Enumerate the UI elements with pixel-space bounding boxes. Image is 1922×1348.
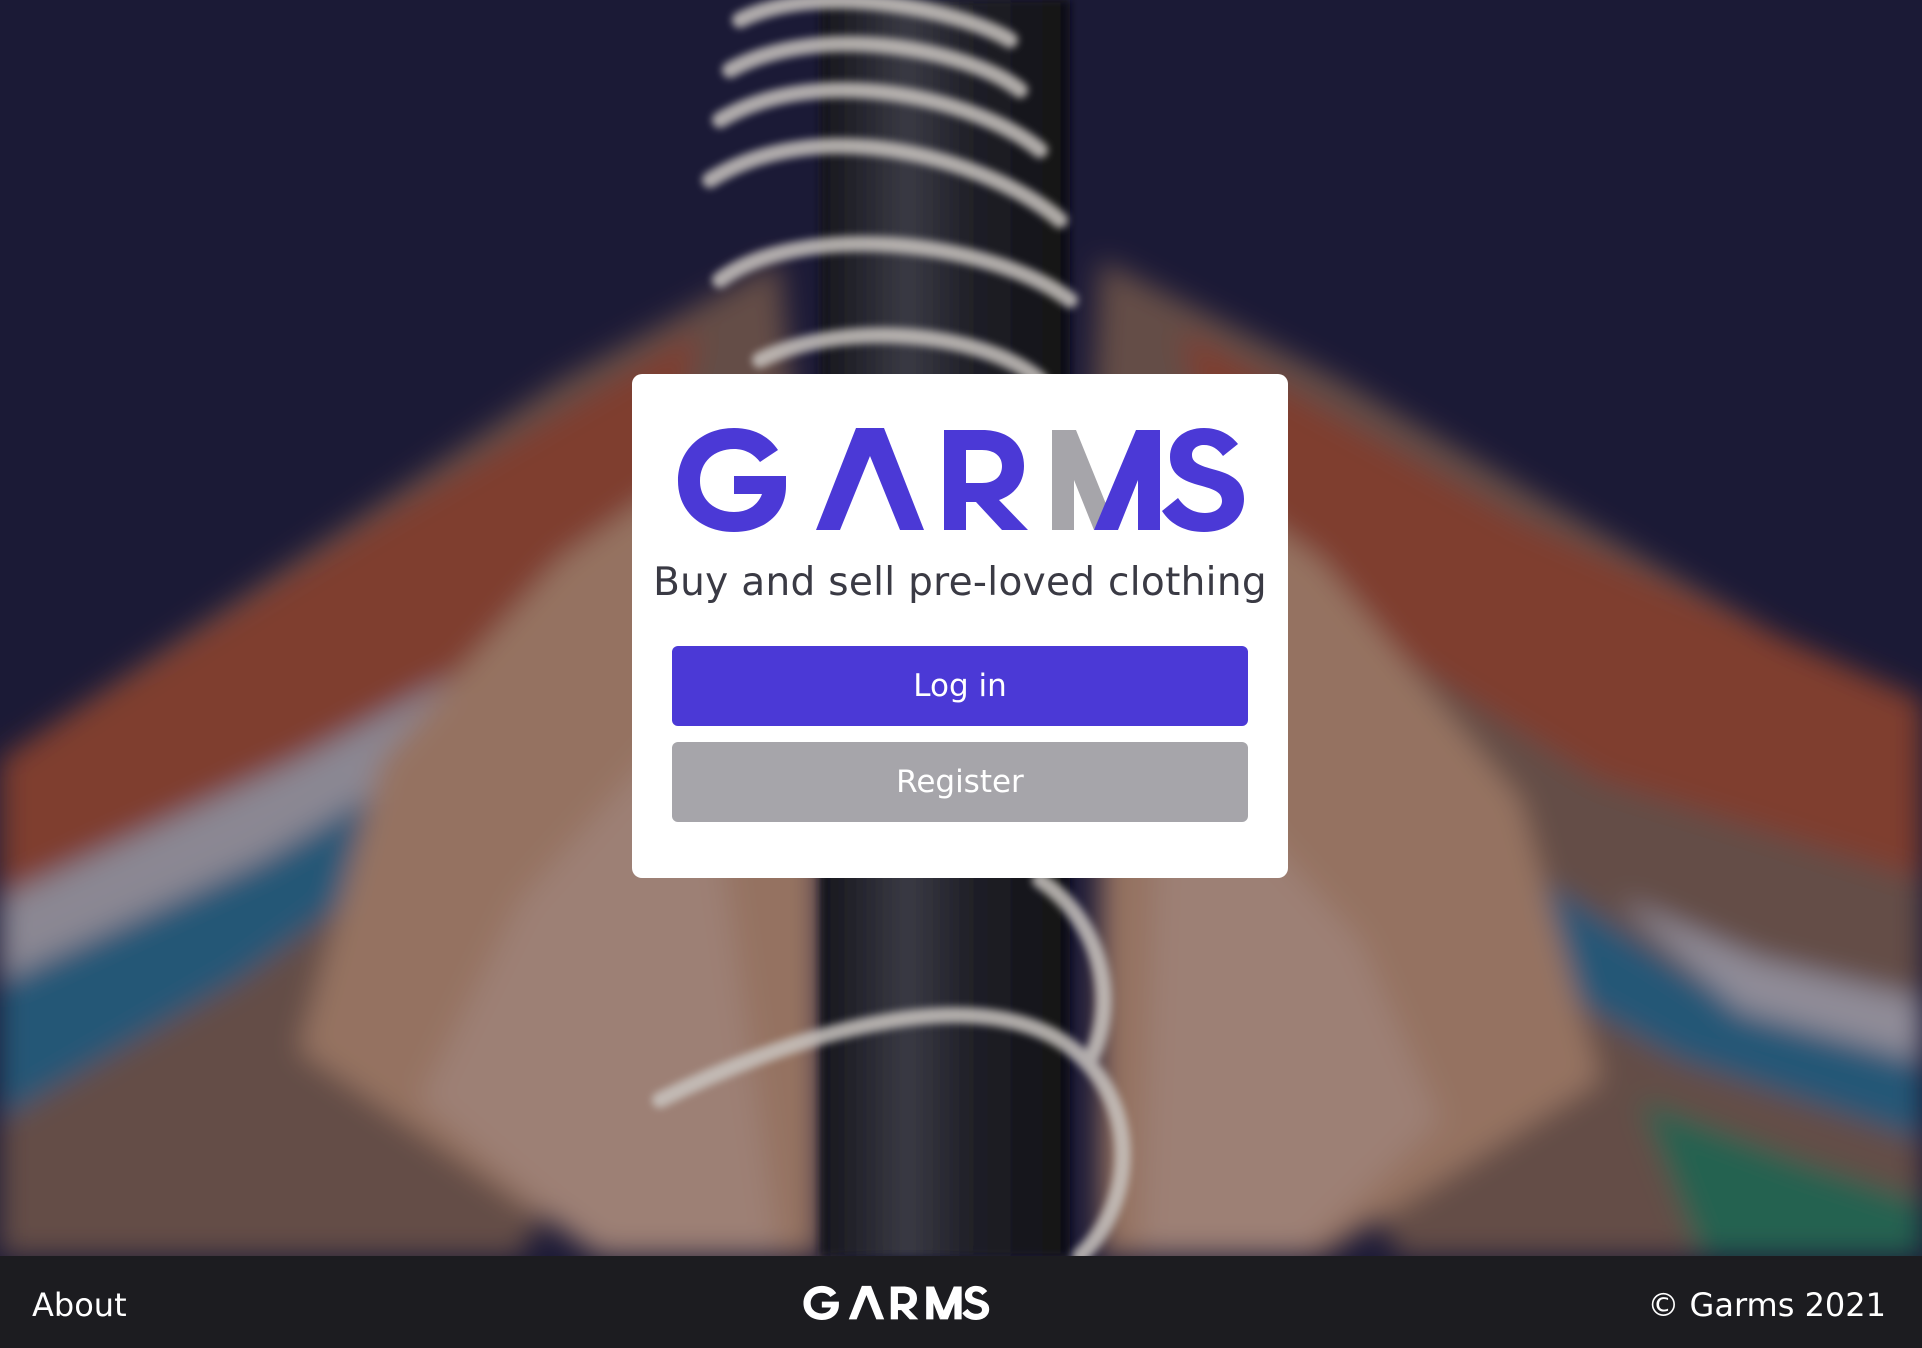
footer: About © Garms 2021 bbox=[0, 1256, 1922, 1348]
login-button[interactable]: Log in bbox=[672, 646, 1248, 726]
register-button[interactable]: Register bbox=[672, 742, 1248, 822]
welcome-card: Buy and sell pre-loved clothing Log in R… bbox=[632, 374, 1288, 878]
footer-garms-logo[interactable] bbox=[796, 1278, 996, 1320]
about-link[interactable]: About bbox=[32, 1286, 127, 1324]
landing-page: Buy and sell pre-loved clothing Log in R… bbox=[0, 0, 1922, 1348]
tagline: Buy and sell pre-loved clothing bbox=[653, 560, 1267, 605]
copyright-text: © Garms 2021 bbox=[1647, 1286, 1886, 1324]
garms-logo bbox=[678, 428, 1244, 532]
